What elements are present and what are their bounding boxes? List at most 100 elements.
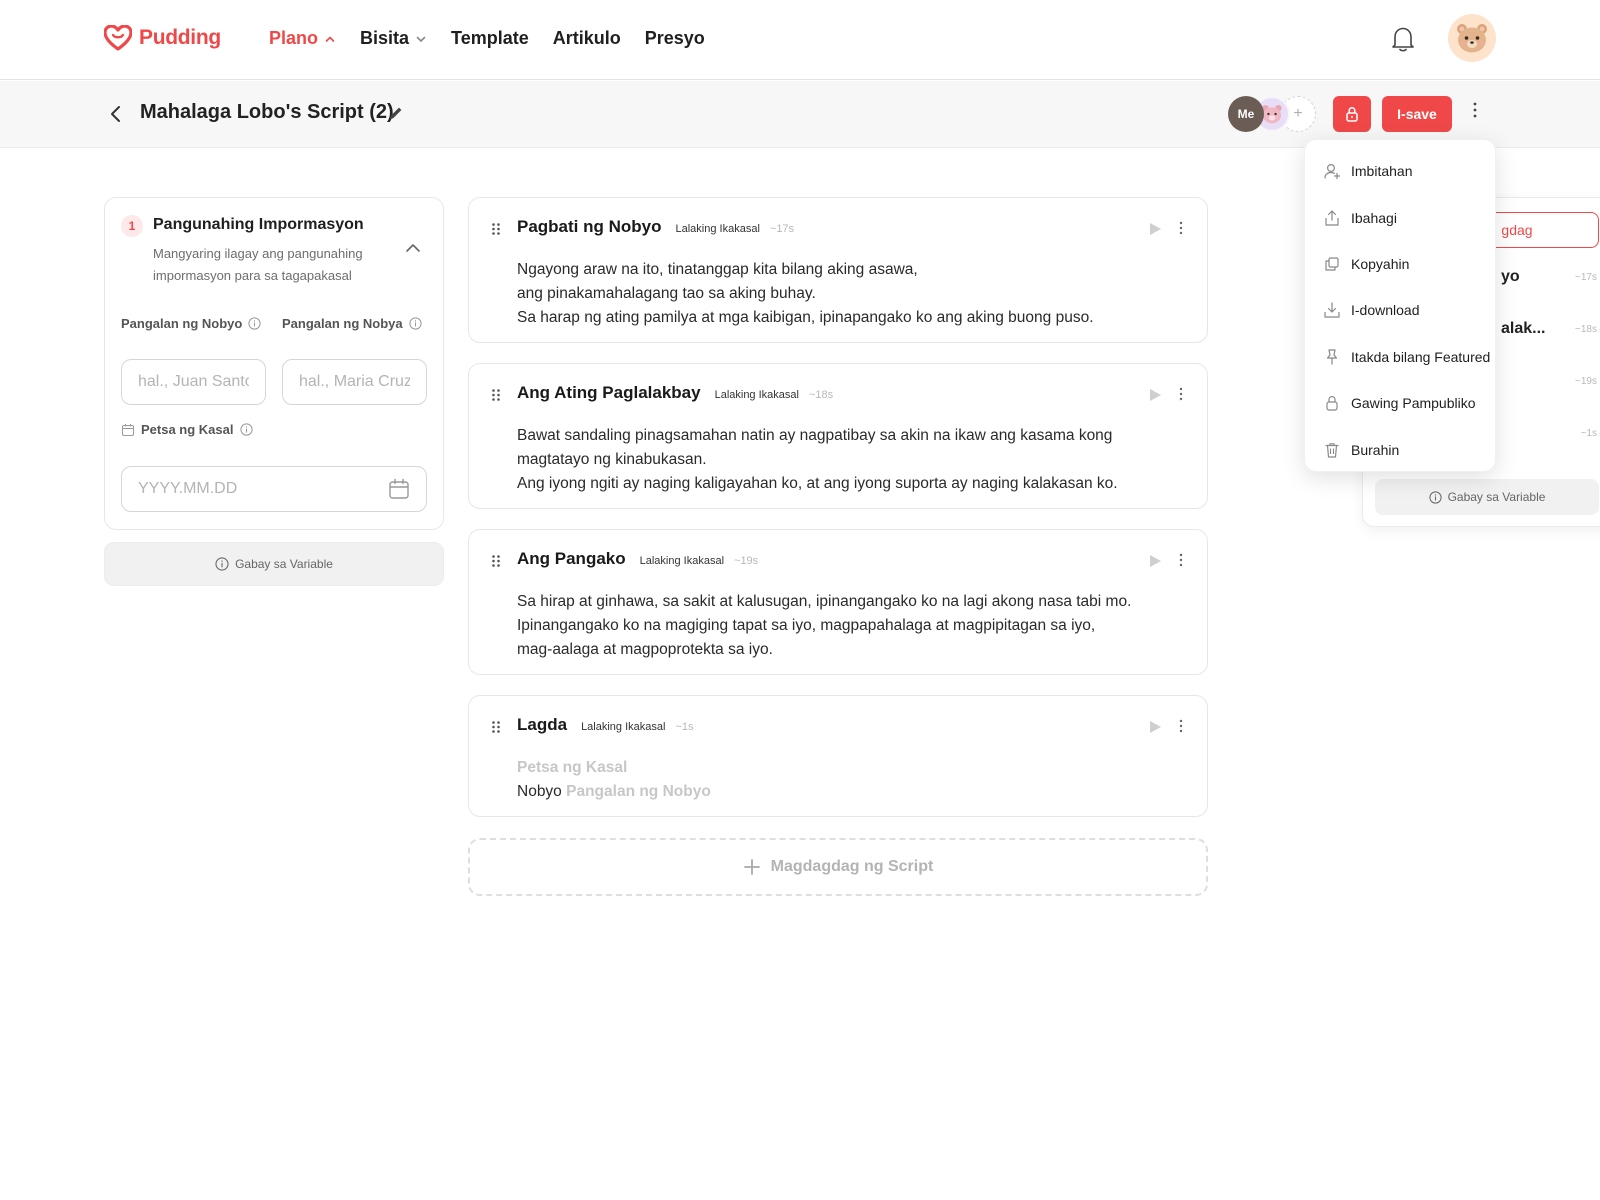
more-vertical-icon xyxy=(1473,102,1477,118)
script-voice: Lalaking Ikakasal xyxy=(714,389,799,401)
script-line: Sa harap ng ating pamilya at mga kaibiga… xyxy=(517,309,1094,326)
script-body[interactable]: Bawat sandaling pinagsamahan natin ay na… xyxy=(517,424,1187,496)
outline-item-duration: ~1s xyxy=(1580,428,1597,439)
more-vertical-icon[interactable] xyxy=(1178,220,1184,236)
nav-item-bisita[interactable]: Bisita xyxy=(360,28,427,49)
menu-item-delete[interactable]: Burahin xyxy=(1305,426,1495,472)
outline-item-text: alak... xyxy=(1501,320,1546,337)
step-number-badge: 1 xyxy=(121,215,143,237)
outline-variable-guide-button[interactable]: Gabay sa Variable xyxy=(1375,479,1599,515)
info-icon[interactable] xyxy=(248,317,261,330)
notifications-button[interactable] xyxy=(1390,25,1416,58)
menu-item-invite[interactable]: Imbitahan xyxy=(1305,148,1495,194)
more-options-button[interactable] xyxy=(1472,101,1478,124)
more-vertical-icon[interactable] xyxy=(1178,552,1184,568)
pencil-icon xyxy=(390,107,402,119)
variable-token: Petsa ng Kasal xyxy=(517,759,628,776)
bride-name-input[interactable] xyxy=(282,359,427,405)
back-button[interactable] xyxy=(108,104,124,129)
script-text: Nobyo xyxy=(517,783,562,800)
play-icon[interactable] xyxy=(1147,719,1163,735)
play-icon[interactable] xyxy=(1147,221,1163,237)
script-card-header: Pagbati ng Nobyo Lalaking Ikakasal ~17s xyxy=(517,217,794,237)
basic-info-card: 1 Pangunahing Impormasyon Mangyaring ila… xyxy=(104,197,444,530)
nav-item-template[interactable]: Template xyxy=(451,28,529,49)
variable-guide-button[interactable]: Gabay sa Variable xyxy=(104,542,444,586)
drag-handle-icon[interactable] xyxy=(491,388,501,402)
script-duration: ~1s xyxy=(675,721,694,733)
script-body[interactable]: Petsa ng Kasal Nobyo Pangalan ng Nobyo xyxy=(517,756,1187,804)
top-navigation: Pudding Plano Bisita Template Artikulo P… xyxy=(0,0,1600,80)
nav-item-plano[interactable]: Plano xyxy=(269,28,336,49)
bear-avatar-icon xyxy=(1457,24,1487,53)
script-body[interactable]: Ngayong araw na ito, tinatanggap kita bi… xyxy=(517,258,1187,330)
info-icon[interactable] xyxy=(409,317,422,330)
outline-item-text: yo xyxy=(1501,268,1520,285)
play-icon[interactable] xyxy=(1147,387,1163,403)
menu-item-featured[interactable]: Itakda bilang Featured xyxy=(1305,334,1495,380)
outline-item-duration: ~19s xyxy=(1575,376,1597,387)
menu-item-label: Ibahagi xyxy=(1351,209,1397,226)
groom-name-label: Pangalan ng Nobyo xyxy=(121,316,261,331)
add-script-button[interactable]: Magdagdag ng Script xyxy=(468,838,1208,896)
menu-item-label: Imbitahan xyxy=(1351,163,1413,180)
bell-icon xyxy=(1392,27,1414,52)
nav-item-presyo[interactable]: Presyo xyxy=(645,28,705,49)
script-card[interactable]: Ang Ating Paglalakbay Lalaking Ikakasal … xyxy=(468,363,1208,509)
nav-item-label: Plano xyxy=(269,28,319,48)
drag-handle-icon[interactable] xyxy=(491,222,501,236)
add-script-label: Magdagdag ng Script xyxy=(770,858,934,875)
drag-handle-icon[interactable] xyxy=(491,554,501,568)
chevron-up-icon xyxy=(406,244,420,252)
pin-icon xyxy=(1326,349,1338,365)
heart-logo-icon xyxy=(104,25,132,51)
drag-handle-icon[interactable] xyxy=(491,720,501,734)
script-card-header: Lagda Lalaking Ikakasal ~1s xyxy=(517,715,694,735)
script-line: Sa hirap at ginhawa, sa sakit at kalusug… xyxy=(517,593,1132,610)
script-title: Lagda xyxy=(517,715,568,734)
info-icon xyxy=(215,557,229,571)
collapse-button[interactable] xyxy=(405,241,421,259)
script-card-header: Ang Ating Paglalakbay Lalaking Ikakasal … xyxy=(517,383,833,403)
menu-item-copy[interactable]: Kopyahin xyxy=(1305,241,1495,287)
nav-item-label: Bisita xyxy=(360,28,410,48)
script-body[interactable]: Sa hirap at ginhawa, sa sakit at kalusug… xyxy=(517,590,1187,662)
nav-item-artikulo[interactable]: Artikulo xyxy=(553,28,621,49)
script-card[interactable]: Lagda Lalaking Ikakasal ~1s Petsa ng Kas… xyxy=(468,695,1208,817)
lock-button[interactable] xyxy=(1333,96,1371,132)
menu-item-download[interactable]: I-download xyxy=(1305,287,1495,333)
script-card[interactable]: Pagbati ng Nobyo Lalaking Ikakasal ~17s … xyxy=(468,197,1208,343)
script-card[interactable]: Ang Pangako Lalaking Ikakasal ~19s Sa hi… xyxy=(468,529,1208,675)
collaborator-me-avatar[interactable]: Me xyxy=(1228,96,1264,132)
outline-add-label: gdag xyxy=(1501,222,1533,238)
save-button[interactable]: I-save xyxy=(1382,96,1452,132)
page-title: Mahalaga Lobo's Script (2) xyxy=(140,101,394,123)
bride-name-label: Pangalan ng Nobya xyxy=(282,316,422,331)
more-vertical-icon[interactable] xyxy=(1178,386,1184,402)
brand-logo[interactable]: Pudding xyxy=(104,25,221,51)
script-duration: ~18s xyxy=(808,389,834,401)
plus-icon xyxy=(743,859,760,875)
play-icon[interactable] xyxy=(1147,553,1163,569)
info-card-description: Mangyaring ilagay ang pangunahing imporm… xyxy=(153,246,363,283)
menu-item-share[interactable]: Ibahagi xyxy=(1305,194,1495,240)
script-voice: Lalaking Ikakasal xyxy=(639,555,725,567)
script-duration: ~19s xyxy=(734,555,759,567)
wedding-date-input[interactable] xyxy=(121,466,427,512)
menu-item-make-public[interactable]: Gawing Pampubliko xyxy=(1305,380,1495,426)
user-avatar[interactable] xyxy=(1448,14,1496,62)
main-menu: Plano Bisita Template Artikulo Presyo xyxy=(269,28,705,49)
edit-title-button[interactable] xyxy=(388,105,404,126)
info-icon xyxy=(1428,490,1442,504)
wedding-date-label-text: Petsa ng Kasal xyxy=(141,422,234,437)
info-icon[interactable] xyxy=(239,423,253,436)
calendar-icon xyxy=(389,478,409,499)
document-toolbar: Mahalaga Lobo's Script (2) Me + I-save xyxy=(0,81,1600,148)
calendar-small-icon xyxy=(122,423,134,436)
chevron-left-icon xyxy=(111,106,120,122)
more-vertical-icon[interactable] xyxy=(1178,718,1184,734)
groom-name-input[interactable] xyxy=(121,359,266,405)
date-picker-button[interactable] xyxy=(388,478,410,505)
groom-name-label-text: Pangalan ng Nobyo xyxy=(121,316,243,331)
variable-token: Pangalan ng Nobyo xyxy=(566,783,711,800)
